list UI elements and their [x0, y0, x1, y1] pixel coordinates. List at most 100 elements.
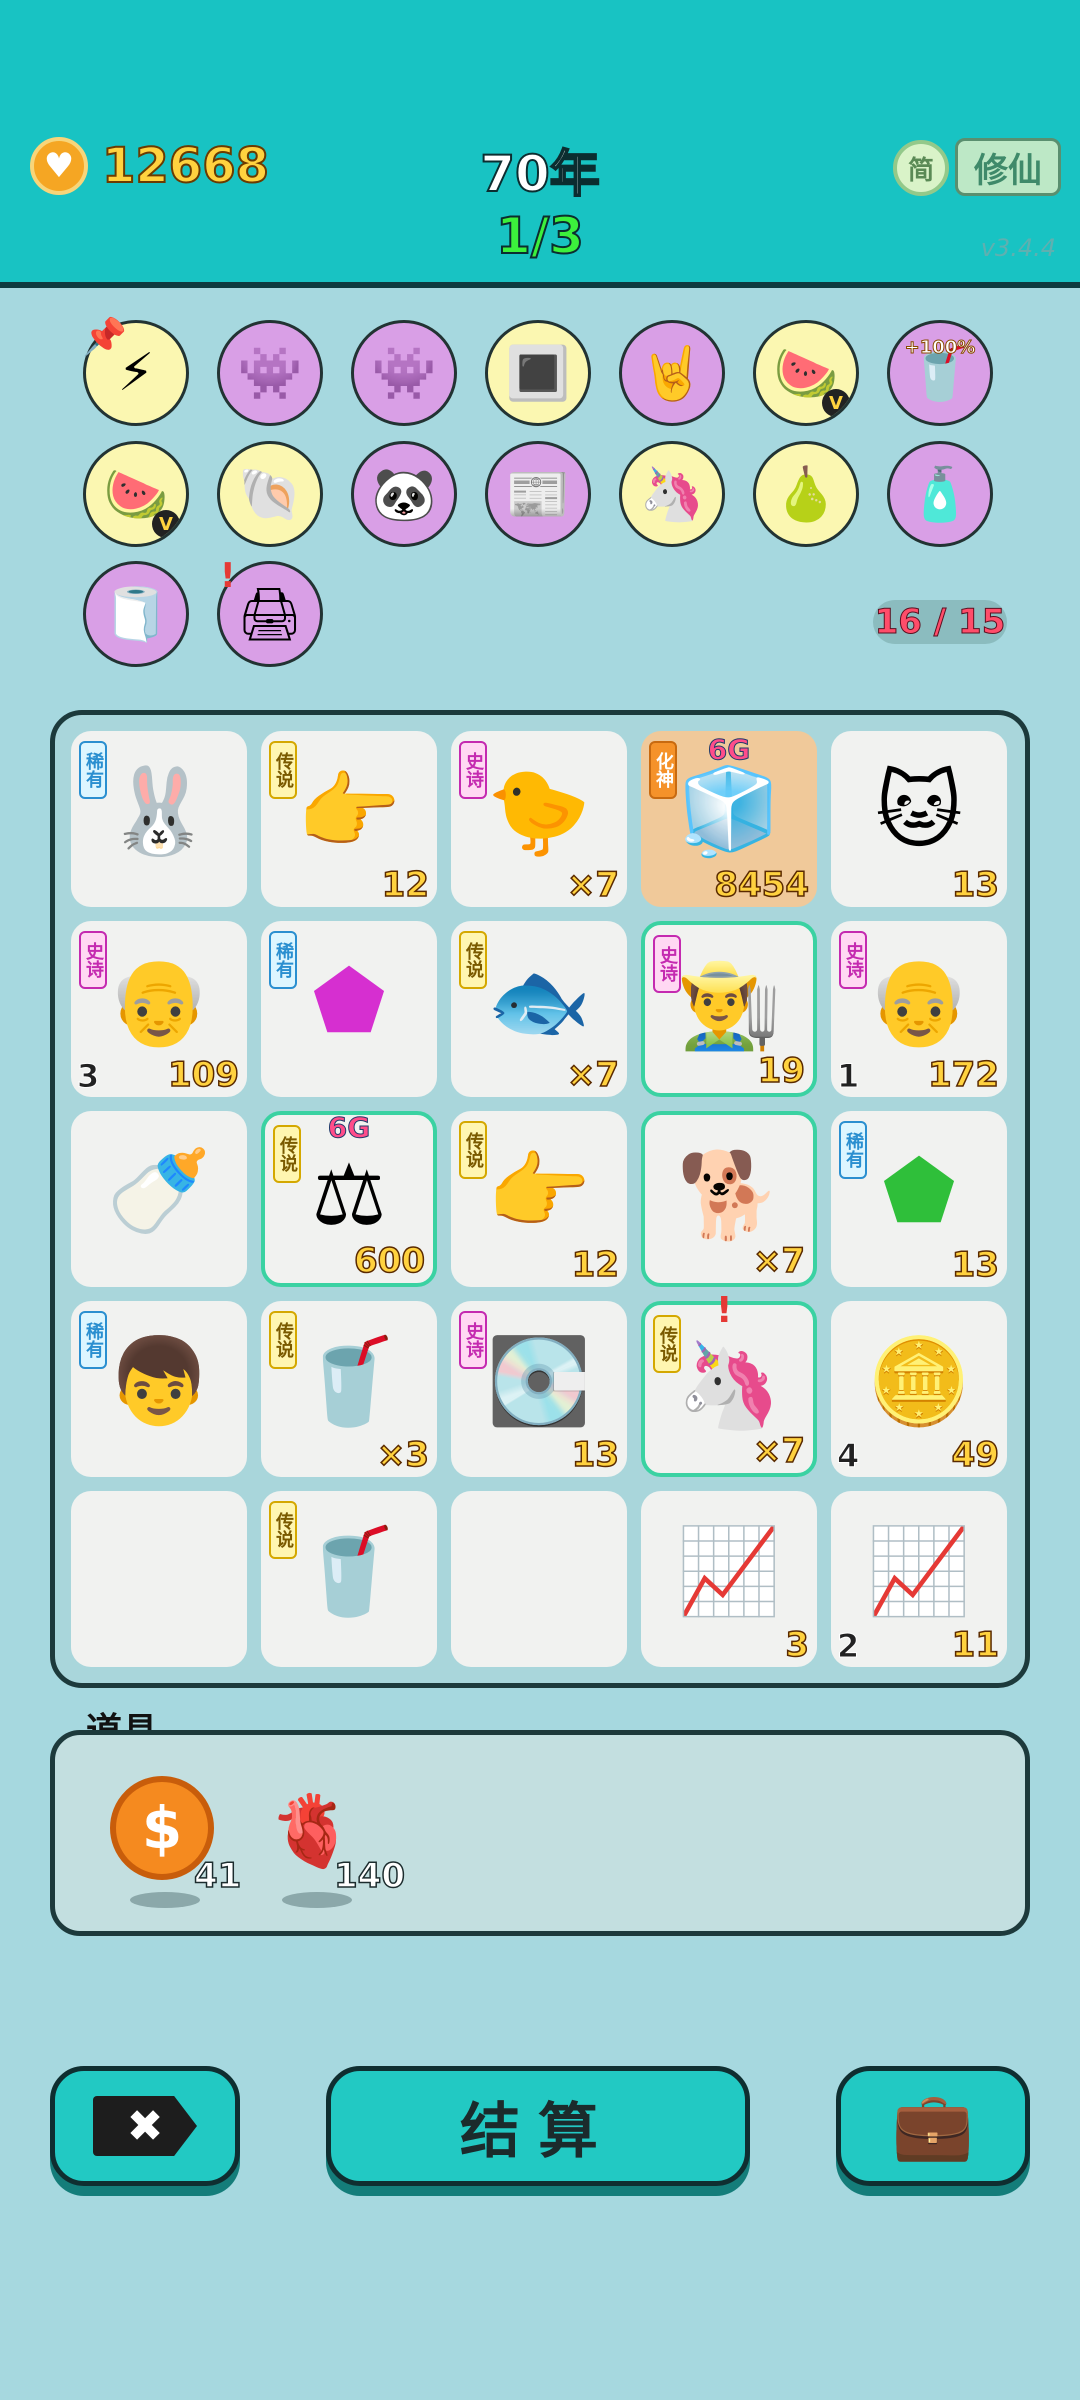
time-magazine-icon[interactable]: 📰: [485, 441, 591, 547]
relic-glyph: 🍐: [773, 464, 839, 525]
board-cell[interactable]: 🍼: [71, 1111, 247, 1287]
count-label: 8454: [714, 864, 810, 906]
count-label: 3: [785, 1624, 810, 1666]
v-badge: V: [152, 510, 180, 538]
pin-icon: 📌: [82, 317, 127, 358]
relic-glyph: 🧴: [907, 464, 973, 525]
rarity-tag: 史诗: [653, 935, 681, 993]
husky-dog-icon: 🐕: [676, 1146, 782, 1244]
tissue-box-icon[interactable]: 🧻: [83, 561, 189, 667]
count-label: 172: [927, 1054, 999, 1096]
coin-item-count: 41: [193, 1855, 242, 1897]
relic-capacity: 16 / 15: [873, 600, 1007, 644]
count-label: 600: [353, 1240, 425, 1282]
relic-glyph: 👾: [237, 343, 303, 404]
board-cell[interactable]: 🐱 13: [831, 731, 1007, 907]
board-cell[interactable]: 👴 史诗 1 172: [831, 921, 1007, 1097]
growth-chart-icon: 📈: [676, 1522, 782, 1620]
board-cell[interactable]: ⬟ 稀有 13: [831, 1111, 1007, 1287]
count-label: ×3: [376, 1434, 430, 1476]
relic-glyph: 🤘: [639, 343, 705, 404]
rarity-tag: 史诗: [839, 931, 867, 989]
count-label: 13: [571, 1434, 620, 1476]
rarity-tag: 传说: [459, 1121, 487, 1179]
board-cell[interactable]: 👴 史诗 3 109: [71, 921, 247, 1097]
rarity-tag: 史诗: [459, 741, 487, 799]
briefcase-icon: 💼: [891, 2087, 975, 2164]
relic-glyph: 📰: [505, 464, 571, 525]
cat-icon: 🐱: [875, 762, 963, 860]
fruit-basket-icon[interactable]: 🍉 V: [83, 441, 189, 547]
unicorn-relic-icon[interactable]: 🦄: [619, 441, 725, 547]
relic-glyph: 🖨: [236, 584, 303, 645]
pomelo-icon[interactable]: 🍐: [753, 441, 859, 547]
board-cell[interactable]: 🪙 4 49: [831, 1301, 1007, 1477]
board-cell[interactable]: 📈 3: [641, 1491, 817, 1667]
board-cell[interactable]: 🐕 ×7: [641, 1111, 817, 1287]
count-label: ×7: [752, 1240, 806, 1282]
empty-cell[interactable]: [71, 1491, 247, 1667]
robot-relic-icon[interactable]: 👾: [217, 320, 323, 426]
level-label: 4: [836, 1437, 860, 1476]
board-cell[interactable]: 🐟 传说 ×7: [451, 921, 627, 1097]
close-button[interactable]: ✖: [50, 2066, 240, 2186]
count-label: 13: [951, 1244, 1000, 1286]
relic-glyph: 🐚: [237, 464, 303, 525]
rarity-tag: 传说: [269, 741, 297, 799]
board-cell[interactable]: ⬟ 稀有: [261, 921, 437, 1097]
top-bar: ♥ 12668 70年 1/3 简 修仙 v3.4.4: [0, 0, 1080, 288]
count-label: ×7: [752, 1430, 806, 1472]
board-cell[interactable]: 💽 史诗 13: [451, 1301, 627, 1477]
rarity-tag: 史诗: [79, 931, 107, 989]
spray-bottle-icon[interactable]: 🧴: [887, 441, 993, 547]
alert-icon: !: [220, 556, 236, 596]
shell-icon[interactable]: 🐚: [217, 441, 323, 547]
count-label: ×7: [566, 864, 620, 906]
fruit-basket-icon[interactable]: 🍉 V: [753, 320, 859, 426]
count-label: 12: [571, 1244, 620, 1286]
gold-bars-icon: 🪙: [866, 1332, 972, 1430]
board-cell[interactable]: 🧊 6G 化神 8454: [641, 731, 817, 907]
board-cell[interactable]: 👉 传说 12: [451, 1111, 627, 1287]
board-cell[interactable]: 🐤 史诗 ×7: [451, 731, 627, 907]
panda-icon[interactable]: 🐼: [351, 441, 457, 547]
board-cell[interactable]: 🥤 传说 ×3: [261, 1301, 437, 1477]
milk-tea-icon[interactable]: 🥤 +100%: [887, 320, 993, 426]
rock-hand-icon[interactable]: 🤘: [619, 320, 725, 426]
relic-glyph: 🐼: [371, 464, 437, 525]
rarity-tag: 稀有: [79, 1311, 107, 1369]
rarity-tag: 传说: [269, 1311, 297, 1369]
count-label: 19: [757, 1050, 806, 1092]
language-toggle[interactable]: 简: [893, 140, 949, 196]
round-display: 1/3: [495, 206, 585, 266]
milk-bottle-icon: 🍼: [106, 1142, 212, 1240]
level-label: 2: [836, 1627, 860, 1666]
relic-glyph: 🧻: [103, 584, 169, 645]
count-label: 49: [951, 1434, 1000, 1476]
empty-cell[interactable]: [451, 1491, 627, 1667]
rarity-tag: 传说: [459, 931, 487, 989]
alert-icon: !: [716, 1290, 733, 1331]
board-cell[interactable]: 👨‍🌾 史诗 19: [641, 921, 817, 1097]
settle-button[interactable]: 结算: [326, 2066, 750, 2186]
board-cell[interactable]: 📈 2 11: [831, 1491, 1007, 1667]
count-label: ×7: [566, 1054, 620, 1096]
rarity-tag: 传说: [653, 1315, 681, 1373]
mode-button[interactable]: 修仙: [955, 138, 1061, 196]
settle-label: 结算: [460, 2096, 616, 2167]
board-cell[interactable]: 🐰 稀有: [71, 731, 247, 907]
board-cell[interactable]: 👦 稀有: [71, 1301, 247, 1477]
backpack-button[interactable]: 💼: [836, 2066, 1030, 2186]
v-badge: V: [822, 389, 850, 417]
board-cell[interactable]: 🥤 传说: [261, 1491, 437, 1667]
count-label: 12: [381, 864, 430, 906]
board-cell[interactable]: ⚖ 6G 传说 600: [261, 1111, 437, 1287]
bonus-label: +100%: [904, 337, 976, 359]
version-label: v3.4.4: [980, 234, 1056, 262]
rarity-tag: 传说: [273, 1125, 301, 1183]
close-icon: ✖: [93, 2096, 197, 2156]
rarity-tag: 化神: [649, 741, 677, 799]
board-cell[interactable]: 👉 传说 12: [261, 731, 437, 907]
robot-relic-icon[interactable]: 👾: [351, 320, 457, 426]
cpu-chip-icon[interactable]: 🔳: [485, 320, 591, 426]
